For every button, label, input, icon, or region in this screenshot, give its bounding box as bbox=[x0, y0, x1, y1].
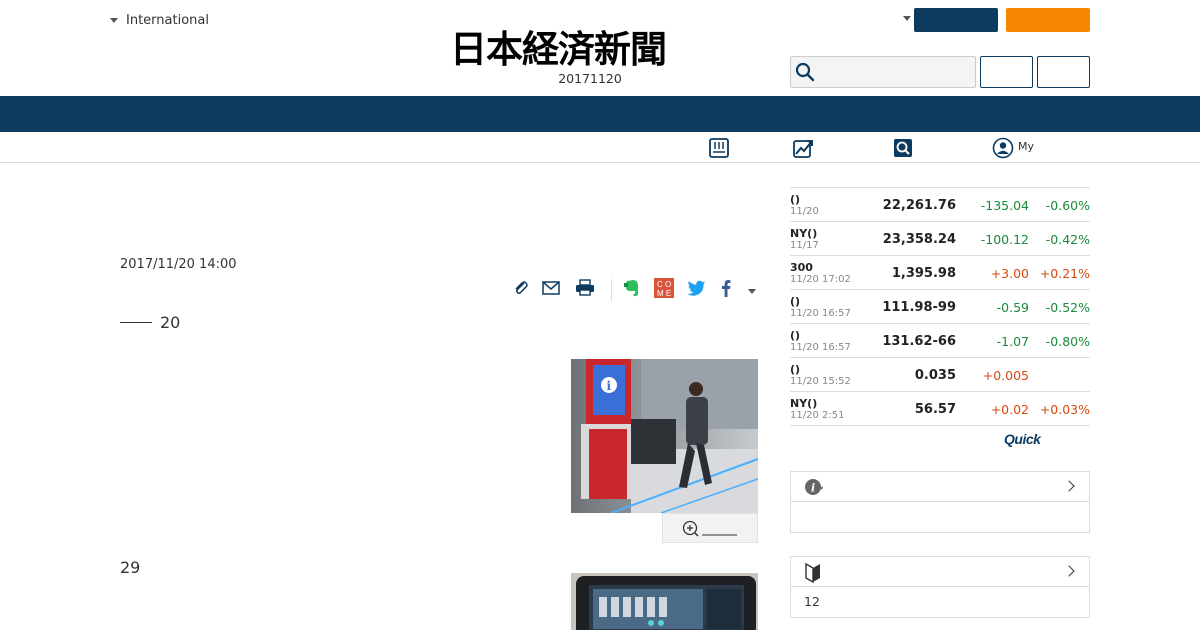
zoom-in-icon bbox=[682, 520, 737, 537]
region-label: International bbox=[126, 12, 209, 28]
market-percent: -0.80% bbox=[1045, 334, 1090, 349]
my-page-label[interactable]: My bbox=[1018, 140, 1034, 153]
evernote-icon[interactable] bbox=[621, 277, 643, 299]
market-row[interactable]: () 11/20 15:52 0.035 +0.005 bbox=[790, 358, 1090, 392]
beginner-mark-icon bbox=[805, 562, 820, 583]
market-change: +0.005 bbox=[982, 368, 1029, 383]
share-divider bbox=[611, 279, 612, 301]
market-change: +3.00 bbox=[990, 266, 1029, 281]
user-icon[interactable] bbox=[992, 137, 1014, 159]
region-dropdown[interactable]: International bbox=[110, 10, 209, 30]
market-value: 0.035 bbox=[914, 368, 956, 383]
beginner-box: 12 bbox=[790, 556, 1090, 618]
market-percent: +0.21% bbox=[1039, 266, 1090, 281]
market-change: -1.07 bbox=[996, 334, 1029, 349]
market-percent: -0.60% bbox=[1045, 198, 1090, 213]
search-article-icon[interactable] bbox=[892, 137, 914, 159]
market-percent: -0.52% bbox=[1045, 300, 1090, 315]
logo-text: 日本経済新聞 bbox=[450, 27, 667, 71]
caret-down-icon bbox=[110, 17, 118, 23]
chevron-right-icon bbox=[1063, 480, 1075, 492]
market-name: NY() bbox=[790, 397, 818, 410]
market-time: 11/20 15:52 bbox=[790, 376, 851, 387]
svg-text:i: i bbox=[811, 482, 815, 495]
chevron-right-icon bbox=[1063, 565, 1075, 577]
svg-text:M E: M E bbox=[657, 289, 671, 298]
market-name: () bbox=[790, 193, 801, 206]
market-percent: +0.03% bbox=[1039, 402, 1090, 417]
clip-icon[interactable] bbox=[510, 277, 532, 299]
market-row[interactable]: () 11/20 16:57 131.62-66 -1.07 -0.80% bbox=[790, 324, 1090, 358]
facebook-icon[interactable] bbox=[715, 277, 737, 299]
market-change: -100.12 bbox=[980, 232, 1029, 247]
market-value: 131.62-66 bbox=[882, 334, 956, 349]
beginner-box-text: 12 bbox=[804, 594, 820, 609]
outline-button-2[interactable] bbox=[1037, 56, 1090, 88]
market-time: 11/20 16:57 bbox=[790, 308, 851, 319]
market-change: +0.02 bbox=[990, 402, 1029, 417]
series-line: 20 bbox=[120, 313, 180, 332]
market-change: -135.04 bbox=[980, 198, 1029, 213]
nikkei-logo[interactable]: 日本経済新聞 bbox=[450, 28, 750, 70]
market-name: NY() bbox=[790, 227, 818, 240]
market-row[interactable]: () 11/20 22,261.76 -135.04 -0.60% bbox=[790, 188, 1090, 222]
account-caret-icon[interactable] bbox=[903, 16, 911, 21]
print-icon[interactable] bbox=[574, 277, 596, 299]
search-input[interactable] bbox=[790, 56, 976, 88]
publish-date: 2017/11/20 14:00 bbox=[120, 257, 237, 272]
market-row[interactable]: 300 11/20 17:02 1,395.98 +3.00 +0.21% bbox=[790, 256, 1090, 290]
market-time: 11/17 bbox=[790, 240, 819, 251]
newspaper-icon[interactable] bbox=[708, 137, 730, 159]
article-photo[interactable]: i bbox=[571, 359, 758, 513]
market-name: 300 bbox=[790, 261, 813, 274]
svg-text:C O: C O bbox=[657, 280, 671, 289]
mail-icon[interactable] bbox=[540, 277, 562, 299]
article-photo-2[interactable] bbox=[571, 573, 758, 630]
market-time: 11/20 17:02 bbox=[790, 274, 851, 285]
market-time: 11/20 16:57 bbox=[790, 342, 851, 353]
main-navbar bbox=[0, 96, 1200, 132]
market-row[interactable]: () 11/20 16:57 111.98-99 -0.59 -0.52% bbox=[790, 290, 1090, 324]
beginner-box-header[interactable] bbox=[791, 557, 1089, 587]
paragraph-number: 29 bbox=[120, 558, 141, 577]
market-name: () bbox=[790, 363, 801, 376]
market-time: 11/20 bbox=[790, 206, 819, 217]
market-time: 11/20 2:51 bbox=[790, 410, 845, 421]
market-row[interactable]: NY() 11/17 23,358.24 -100.12 -0.42% bbox=[790, 222, 1090, 256]
market-value: 111.98-99 bbox=[882, 300, 956, 315]
market-percent: -0.42% bbox=[1045, 232, 1090, 247]
twitter-icon[interactable] bbox=[685, 277, 707, 299]
market-value: 23,358.24 bbox=[882, 232, 956, 247]
market-row[interactable]: NY() 11/20 2:51 56.57 +0.02 +0.03% bbox=[790, 392, 1090, 426]
market-name: () bbox=[790, 295, 801, 308]
market-value: 22,261.76 bbox=[882, 198, 956, 213]
market-value: 1,395.98 bbox=[891, 266, 956, 281]
login-button[interactable] bbox=[914, 8, 998, 32]
info-icon: i bbox=[805, 479, 823, 495]
subscribe-button[interactable] bbox=[1006, 8, 1090, 32]
more-share-caret-icon[interactable] bbox=[748, 289, 756, 294]
dash-rule bbox=[120, 322, 152, 323]
market-name: () bbox=[790, 329, 801, 342]
svg-text:i: i bbox=[607, 379, 612, 393]
beginner-box-body: 12 bbox=[791, 587, 1089, 617]
info-box-header[interactable]: i bbox=[791, 472, 1089, 502]
market-value: 56.57 bbox=[914, 402, 956, 417]
market-change: -0.59 bbox=[996, 300, 1029, 315]
comment-service-icon[interactable]: C O M E bbox=[653, 277, 675, 299]
quick-provider-logo[interactable]: Quick bbox=[1004, 431, 1041, 447]
paper-date: 20171120 bbox=[558, 71, 622, 86]
chart-trend-icon[interactable] bbox=[792, 137, 814, 159]
zoom-image-button[interactable] bbox=[662, 513, 758, 543]
outline-button-1[interactable] bbox=[980, 56, 1033, 88]
info-box-body bbox=[791, 502, 1089, 532]
search-icon[interactable] bbox=[795, 62, 815, 82]
market-table: () 11/20 22,261.76 -135.04 -0.60% NY() 1… bbox=[790, 187, 1090, 426]
info-box: i bbox=[790, 471, 1090, 533]
series-number: 20 bbox=[160, 313, 181, 332]
